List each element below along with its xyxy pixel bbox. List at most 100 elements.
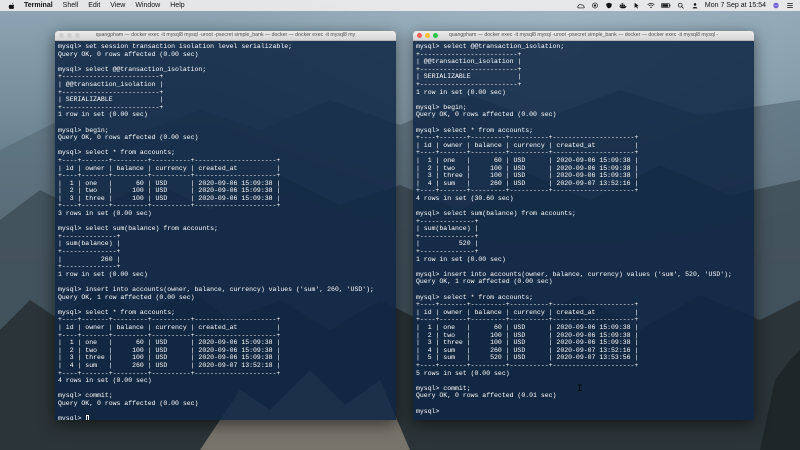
terminal-prompt-line[interactable]: mysql>: [58, 415, 396, 420]
terminal-line: Query OK, 1 row affected (0.00 sec): [58, 293, 195, 301]
terminal-line: +-------------------------+: [58, 103, 164, 111]
window-titlebar[interactable]: quangpham — docker exec -it mysql8 mysql…: [55, 31, 396, 41]
terminal-cursor: [86, 415, 90, 420]
terminal-line: | 2 | two | 100 | USD | 2020-09-06 15:09…: [58, 187, 281, 195]
terminal-line: 1 row in set (0.00 sec): [416, 88, 506, 96]
terminal-line: | 1 | one | 60 | USD | 2020-09-06 15:09:…: [58, 179, 281, 187]
terminal-line: mysql> select @@transaction_isolation;: [58, 65, 207, 73]
user-icon[interactable]: [691, 2, 699, 9]
terminal-line: mysql> set session transaction isolation…: [58, 43, 293, 50]
terminal-line: +----+-------+---------+----------+-----…: [416, 134, 639, 142]
status-area: Mon 7 Sep at 15:54: [577, 2, 800, 9]
terminal-line: | id | owner | balance | currency | crea…: [416, 141, 639, 149]
terminal-line: | 4 | sum | 260 | USD | 2020-09-07 13:52…: [58, 361, 281, 369]
record-icon[interactable]: [591, 2, 599, 9]
menu-edit[interactable]: Edit: [88, 2, 100, 9]
terminal-line: | 2 | two | 100 | USD | 2020-09-06 15:09…: [58, 346, 281, 354]
terminal-line: | @@transaction_isolation |: [58, 80, 164, 88]
terminal-line: | SERIALIZABLE |: [416, 73, 522, 81]
menu-help[interactable]: Help: [170, 2, 184, 9]
menu-app-name[interactable]: Terminal: [24, 2, 53, 9]
terminal-line: | 1 | one | 60 | USD | 2020-09-06 15:09:…: [58, 339, 281, 347]
zoom-button[interactable]: [75, 33, 80, 38]
terminal-line: +----+-------+---------+----------+-----…: [416, 149, 639, 157]
notification-center-icon[interactable]: [786, 2, 794, 9]
cursor-pointer-icon[interactable]: [633, 2, 641, 9]
terminal-line: Query OK, 0 rows affected (0.01 sec): [416, 392, 557, 400]
terminal-line: +----+-------+---------+----------+-----…: [416, 187, 639, 195]
terminal-line: Query OK, 0 rows affected (0.00 sec): [58, 50, 199, 58]
terminal-line: +----+-------+---------+----------+-----…: [58, 316, 281, 324]
terminal-window-left[interactable]: quangpham — docker exec -it mysql8 mysql…: [55, 31, 396, 420]
close-button[interactable]: [417, 33, 422, 38]
terminal-prompt-line[interactable]: mysql>: [416, 408, 754, 416]
terminal-line: | 260 |: [58, 255, 121, 263]
terminal-line: 1 row in set (0.00 sec): [58, 270, 148, 278]
wifi-icon[interactable]: [647, 2, 655, 9]
terminal-line: | id | owner | balance | currency | crea…: [416, 308, 639, 316]
terminal-line: | sum(balance) |: [416, 225, 479, 233]
window-title: quangpham — docker exec -it mysql8 mysql…: [95, 32, 356, 38]
battery-icon[interactable]: [660, 2, 671, 9]
window-controls: [59, 33, 80, 38]
terminal-line: +----+-------+---------+----------+-----…: [416, 361, 639, 369]
minimize-button[interactable]: [425, 33, 430, 38]
terminal-line: | sum(balance) |: [58, 240, 121, 248]
terminal-line: +----+-------+---------+----------+-----…: [58, 331, 281, 339]
menu-shell[interactable]: Shell: [63, 2, 79, 9]
terminal-line: +-------------------------+: [416, 65, 522, 73]
menu-bar: Terminal Shell Edit View Window Help Mon…: [0, 0, 800, 11]
terminal-line: mysql> commit;: [58, 392, 113, 400]
cloud-icon[interactable]: [577, 2, 585, 9]
terminal-line: | SERIALIZABLE |: [58, 96, 164, 104]
terminal-line: | id | owner | balance | currency | crea…: [58, 323, 281, 331]
terminal-line: +----+-------+---------+----------+-----…: [58, 202, 281, 210]
terminal-line: +--------------+: [58, 263, 121, 271]
terminal-line: 4 rows in set (0.00 sec): [58, 377, 152, 385]
terminal-output[interactable]: mysql> select @@transaction_isolation; +-…: [413, 41, 754, 415]
docker-icon[interactable]: [619, 2, 627, 9]
siri-icon[interactable]: [772, 2, 780, 9]
terminal-line: 1 row in set (0.00 sec): [58, 111, 148, 119]
terminal-line: +----+-------+---------+----------+-----…: [58, 172, 281, 180]
terminal-prompt: mysql>: [58, 415, 86, 420]
menubar-clock[interactable]: Mon 7 Sep at 15:54: [705, 2, 766, 9]
terminal-line: +-------------------------+: [58, 88, 164, 96]
terminal-line: +--------------+: [58, 248, 121, 256]
zoom-button[interactable]: [433, 33, 438, 38]
shield-icon[interactable]: [605, 2, 613, 9]
terminal-line: +----+-------+---------+----------+-----…: [416, 316, 639, 324]
menu-view[interactable]: View: [110, 2, 125, 9]
terminal-output[interactable]: mysql> set session transaction isolation…: [55, 41, 396, 420]
window-titlebar[interactable]: quangpham — docker exec -it mysql8 mysql…: [413, 31, 754, 41]
terminal-line: +----+-------+---------+----------+-----…: [58, 369, 281, 377]
terminal-line: | 4 | sum | 260 | USD | 2020-09-07 13:52…: [416, 179, 639, 187]
search-icon[interactable]: [677, 2, 685, 9]
terminal-line: +--------------+: [416, 248, 479, 256]
apple-icon[interactable]: [8, 2, 16, 10]
close-button[interactable]: [59, 33, 64, 38]
terminal-line: | 5 | sum | 520 | USD | 2020-09-07 13:53…: [416, 354, 639, 362]
window-title: quangpham — docker exec -it mysql8 mysql…: [448, 32, 719, 38]
terminal-line: +-------------------------+: [416, 50, 522, 58]
terminal-line: | id | owner | balance | currency | crea…: [58, 164, 281, 172]
terminal-line: | 3 | three | 100 | USD | 2020-09-06 15:…: [58, 194, 281, 202]
minimize-button[interactable]: [67, 33, 72, 38]
terminal-line: +-------------------------+: [416, 80, 522, 88]
terminal-window-right[interactable]: quangpham — docker exec -it mysql8 mysql…: [413, 31, 754, 420]
menu-window[interactable]: Window: [135, 2, 160, 9]
terminal-line: mysql> insert into accounts(owner, balan…: [416, 270, 732, 278]
terminal-line: mysql> select * from accounts;: [416, 293, 534, 301]
terminal-line: 5 rows in set (0.00 sec): [416, 369, 510, 377]
